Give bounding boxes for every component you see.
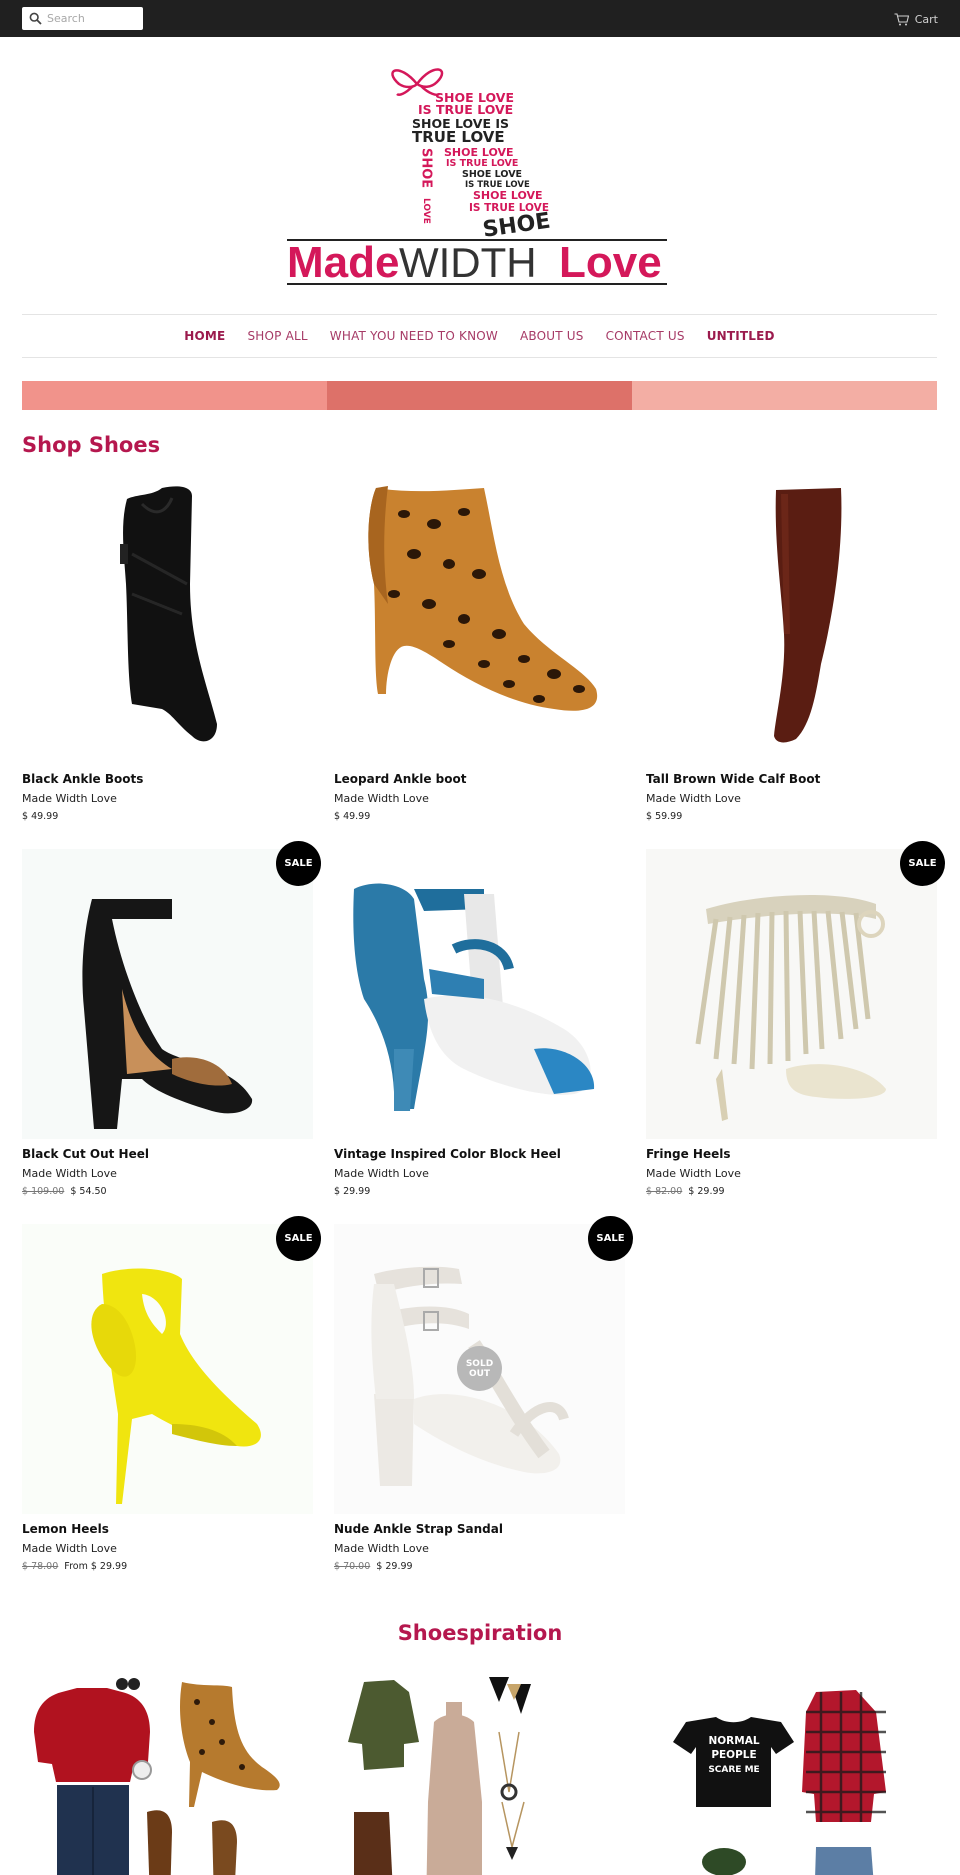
product-card[interactable]: Black Ankle Boots Made Width Love $ 49.9… [22, 474, 313, 822]
outfit-collage-2 [334, 1672, 625, 1875]
svg-text:SHOE LOVE: SHOE LOVE [462, 169, 522, 180]
product-image[interactable] [334, 849, 625, 1139]
compare-at-price: $ 70.00 [334, 1561, 371, 1572]
product-vendor: Made Width Love [22, 792, 117, 805]
search-icon [29, 12, 42, 25]
product-price: $ 82.00 $ 29.99 [646, 1186, 725, 1197]
product-title[interactable]: Fringe Heels [646, 1147, 937, 1161]
product-vendor: Made Width Love [334, 1542, 429, 1555]
outfit-collage-3: NORMAL PEOPLE SCARE ME [646, 1672, 937, 1875]
tall-brown-boot-image [646, 474, 937, 764]
product-vendor: Made Width Love [22, 1542, 117, 1555]
lemon-heel-image [22, 1224, 313, 1514]
nav-shop-all[interactable]: SHOP ALL [236, 329, 318, 343]
product-price: $ 109.00 $ 54.50 [22, 1186, 107, 1197]
stripe-2 [327, 381, 632, 410]
product-price: $ 29.99 [334, 1186, 371, 1197]
product-vendor: Made Width Love [646, 792, 741, 805]
product-card[interactable]: SALE Lemon Heels Made Width Love $ 78.00… [22, 1216, 321, 1572]
brand-love: Love [559, 238, 662, 287]
inspiration-image-1[interactable] [22, 1672, 313, 1875]
sale-badge: SALE [588, 1216, 633, 1261]
sale-badge: SALE [900, 841, 945, 886]
svg-text:SCARE ME: SCARE ME [708, 1765, 759, 1775]
cart-icon [894, 12, 909, 25]
black-cut-out-heel-image [22, 849, 313, 1139]
product-image[interactable]: SALE SOLD OUT [334, 1216, 633, 1514]
stripe-1 [22, 381, 327, 410]
nav-home[interactable]: HOME [173, 329, 236, 343]
leopard-ankle-boot-image [334, 474, 625, 764]
product-title[interactable]: Black Ankle Boots [22, 772, 313, 786]
cart-label: Cart [914, 12, 938, 26]
shop-section-title: Shop Shoes [22, 433, 161, 457]
product-title[interactable]: Black Cut Out Heel [22, 1147, 313, 1161]
product-vendor: Made Width Love [646, 1167, 741, 1180]
stripe-3 [632, 381, 937, 410]
inspiration-image-2[interactable] [334, 1672, 625, 1875]
svg-text:NORMAL: NORMAL [708, 1735, 759, 1747]
svg-text:LOVE: LOVE [421, 198, 431, 224]
product-card[interactable]: SALE Fringe Heels Made Width Love $ 82.0… [646, 841, 945, 1197]
product-card[interactable]: SALE SOLD OUT Nude Ankle Strap Sandal Mad… [334, 1216, 633, 1572]
product-card[interactable]: SALE Black Cut Out Heel Made Width Love … [22, 841, 321, 1197]
inspiration-image-3[interactable]: NORMAL PEOPLE SCARE ME [646, 1672, 937, 1875]
main-nav: HOME SHOP ALL WHAT YOU NEED TO KNOW ABOU… [22, 315, 937, 357]
product-card[interactable]: Leopard Ankle boot Made Width Love $ 49.… [334, 474, 625, 822]
top-bar: Cart [0, 0, 960, 37]
product-title[interactable]: Nude Ankle Strap Sandal [334, 1522, 625, 1536]
nav-untitled[interactable]: UNTITLED [696, 329, 786, 343]
product-title[interactable]: Leopard Ankle boot [334, 772, 625, 786]
product-vendor: Made Width Love [334, 792, 429, 805]
product-title[interactable]: Lemon Heels [22, 1522, 313, 1536]
outfit-collage-1 [22, 1672, 313, 1875]
product-title[interactable]: Tall Brown Wide Calf Boot [646, 772, 937, 786]
product-image[interactable]: SALE [22, 1216, 321, 1514]
svg-text:PEOPLE: PEOPLE [711, 1749, 756, 1761]
product-price: $ 49.99 [334, 811, 371, 822]
sale-badge: SALE [276, 841, 321, 886]
search-box[interactable] [22, 7, 143, 30]
sold-out-badge: SOLD OUT [457, 1346, 502, 1391]
nav-bottom-rule [22, 357, 937, 358]
product-card[interactable]: Tall Brown Wide Calf Boot Made Width Lov… [646, 474, 937, 822]
nav-what-you-need-to-know[interactable]: WHAT YOU NEED TO KNOW [319, 329, 509, 343]
svg-text:SHOE: SHOE [419, 148, 434, 188]
shoespiration-title: Shoespiration [397, 1621, 563, 1645]
sale-badge: SALE [276, 1216, 321, 1261]
nav-contact-us[interactable]: CONTACT US [595, 329, 696, 343]
compare-at-price: $ 78.00 [22, 1561, 59, 1572]
svg-text:TRUE LOVE: TRUE LOVE [412, 128, 505, 146]
shoe-logo-graphic: SHOE LOVE IS TRUE LOVE SHOE LOVE IS TRUE… [287, 68, 667, 287]
product-card[interactable]: Vintage Inspired Color Block Heel Made W… [334, 849, 625, 1197]
product-image[interactable]: SALE [22, 841, 321, 1139]
cart-link[interactable]: Cart [894, 11, 938, 27]
search-input[interactable] [47, 9, 137, 28]
product-image[interactable] [334, 474, 625, 764]
brand-width: WIDTH [399, 239, 537, 286]
decorative-stripes [22, 381, 937, 410]
compare-at-price: $ 82.00 [646, 1186, 683, 1197]
svg-text:SHOE LOVE: SHOE LOVE [473, 189, 543, 202]
black-ankle-boot-image [22, 474, 313, 764]
svg-text:IS TRUE LOVE: IS TRUE LOVE [418, 102, 513, 117]
product-vendor: Made Width Love [22, 1167, 117, 1180]
color-block-heel-image [334, 849, 625, 1139]
fringe-heel-image [646, 849, 937, 1139]
product-image[interactable] [646, 474, 937, 764]
product-price: $ 59.99 [646, 811, 683, 822]
product-image[interactable]: SALE [646, 841, 945, 1139]
compare-at-price: $ 109.00 [22, 1186, 65, 1197]
nav-about-us[interactable]: ABOUT US [509, 329, 595, 343]
product-price: $ 78.00 From $ 29.99 [22, 1561, 128, 1572]
svg-text:IS TRUE LOVE: IS TRUE LOVE [446, 158, 518, 169]
product-vendor: Made Width Love [334, 1167, 429, 1180]
product-image[interactable] [22, 474, 313, 764]
store-logo[interactable]: SHOE LOVE IS TRUE LOVE SHOE LOVE IS TRUE… [287, 60, 667, 290]
brand-made: Made [287, 238, 399, 287]
product-price: $ 49.99 [22, 811, 59, 822]
product-title[interactable]: Vintage Inspired Color Block Heel [334, 1147, 625, 1161]
product-price: $ 70.00 $ 29.99 [334, 1561, 413, 1572]
